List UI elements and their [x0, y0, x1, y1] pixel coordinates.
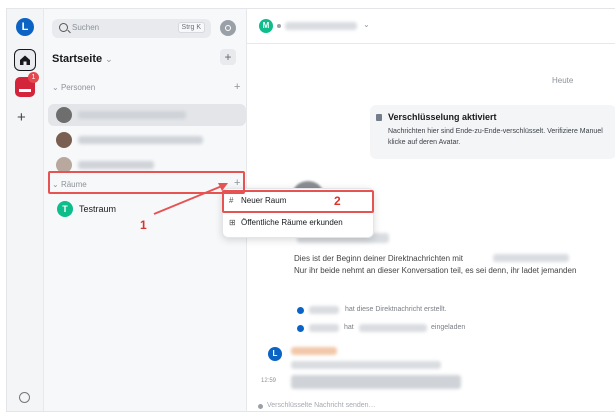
annotation-arrow — [153, 183, 228, 215]
message-redacted — [291, 375, 461, 389]
avatar — [297, 307, 304, 314]
dm-list-item[interactable] — [48, 129, 246, 151]
shield-icon — [258, 404, 263, 409]
search-placeholder: Suchen — [72, 23, 100, 32]
space-rail: L 1 + — [7, 9, 44, 411]
message-composer[interactable]: Verschlüsselte Nachricht senden… — [255, 402, 615, 411]
add-space-button[interactable]: + — [17, 110, 26, 125]
room-header[interactable]: M ⌄ — [247, 9, 615, 44]
dm-name-redacted — [78, 161, 154, 169]
sender-name-redacted — [291, 347, 337, 355]
name-redacted — [309, 324, 339, 332]
avatar — [56, 157, 72, 173]
menu-item-new-room[interactable]: # Neuer Raum — [229, 192, 286, 210]
rooms-section-header[interactable]: ⌄ Räume — [52, 180, 87, 189]
dm-list-item[interactable] — [48, 104, 246, 126]
encryption-title: Verschlüsselung aktiviert — [388, 112, 497, 122]
lock-icon — [376, 114, 382, 121]
room-header-avatar[interactable]: M — [259, 19, 273, 33]
room-avatar: T — [57, 201, 73, 217]
people-section-header[interactable]: ⌄ Personen — [52, 83, 95, 92]
menu-item-label: Neuer Raum — [241, 196, 287, 205]
chevron-down-icon[interactable]: ⌄ — [363, 20, 370, 29]
search-shortcut: Strg K — [177, 22, 205, 33]
event-invited-suffix: eingeladen — [431, 324, 466, 331]
message-timestamp: 12:59 — [261, 378, 277, 384]
dm-info-text: Nur ihr beide nehmt an dieser Konversati… — [294, 266, 577, 275]
add-person-button[interactable]: + — [234, 82, 240, 93]
user-avatar[interactable]: L — [16, 18, 34, 36]
composer-placeholder: Verschlüsselte Nachricht senden… — [267, 402, 376, 409]
dm-begin-text: Dies ist der Beginn deiner Direktnachric… — [294, 254, 463, 263]
search-input[interactable]: Suchen Strg K — [52, 19, 211, 38]
search-icon — [59, 23, 68, 32]
home-title-label: Startseite — [52, 53, 103, 65]
people-section-label: Personen — [60, 83, 96, 92]
chevron-down-icon: ⌄ — [52, 83, 61, 92]
annotation-number-1: 1 — [140, 218, 147, 232]
home-title[interactable]: Startseite ⌄ — [52, 53, 113, 65]
dm-list-item[interactable] — [48, 154, 246, 176]
rooms-section-label: Räume — [60, 180, 87, 189]
dm-name-redacted — [78, 111, 186, 119]
chevron-down-icon: ⌄ — [52, 180, 61, 189]
home-space-button[interactable] — [14, 49, 36, 71]
home-icon — [20, 55, 30, 65]
home-add-button[interactable]: + — [220, 49, 236, 65]
presence-dot — [277, 24, 281, 28]
avatar — [297, 325, 304, 332]
encryption-notice: Verschlüsselung aktiviert Nachrichten hi… — [370, 105, 615, 159]
date-separator: Heute — [552, 76, 574, 85]
room-name: Testraum — [79, 204, 117, 214]
menu-item-label: Öffentliche Räume erkunden — [241, 218, 343, 227]
explore-rooms-button[interactable] — [220, 20, 236, 36]
annotation-number-2: 2 — [334, 194, 341, 208]
quick-settings-icon[interactable] — [19, 392, 30, 403]
event-invited-prefix: hat — [344, 324, 354, 331]
notification-badge: 1 — [28, 72, 39, 83]
name-redacted — [359, 324, 427, 332]
dm-name-redacted — [78, 136, 203, 144]
menu-item-explore-rooms[interactable]: ⊞ Öffentliche Räume erkunden — [229, 214, 343, 232]
room-add-context-menu: # Neuer Raum ⊞ Öffentliche Räume erkunden — [222, 188, 374, 238]
chevron-down-icon: ⌄ — [105, 54, 113, 64]
name-redacted — [493, 254, 569, 262]
avatar — [56, 132, 72, 148]
avatar[interactable]: L — [268, 347, 282, 361]
message-redacted — [291, 361, 441, 369]
encryption-text: Nachrichten hier sind Ende-zu-Ende-versc… — [388, 128, 603, 146]
name-redacted — [309, 306, 339, 314]
avatar — [56, 107, 72, 123]
room-header-name-redacted[interactable] — [285, 22, 357, 30]
event-created-text: hat diese Direktnachricht erstellt. — [345, 306, 447, 313]
